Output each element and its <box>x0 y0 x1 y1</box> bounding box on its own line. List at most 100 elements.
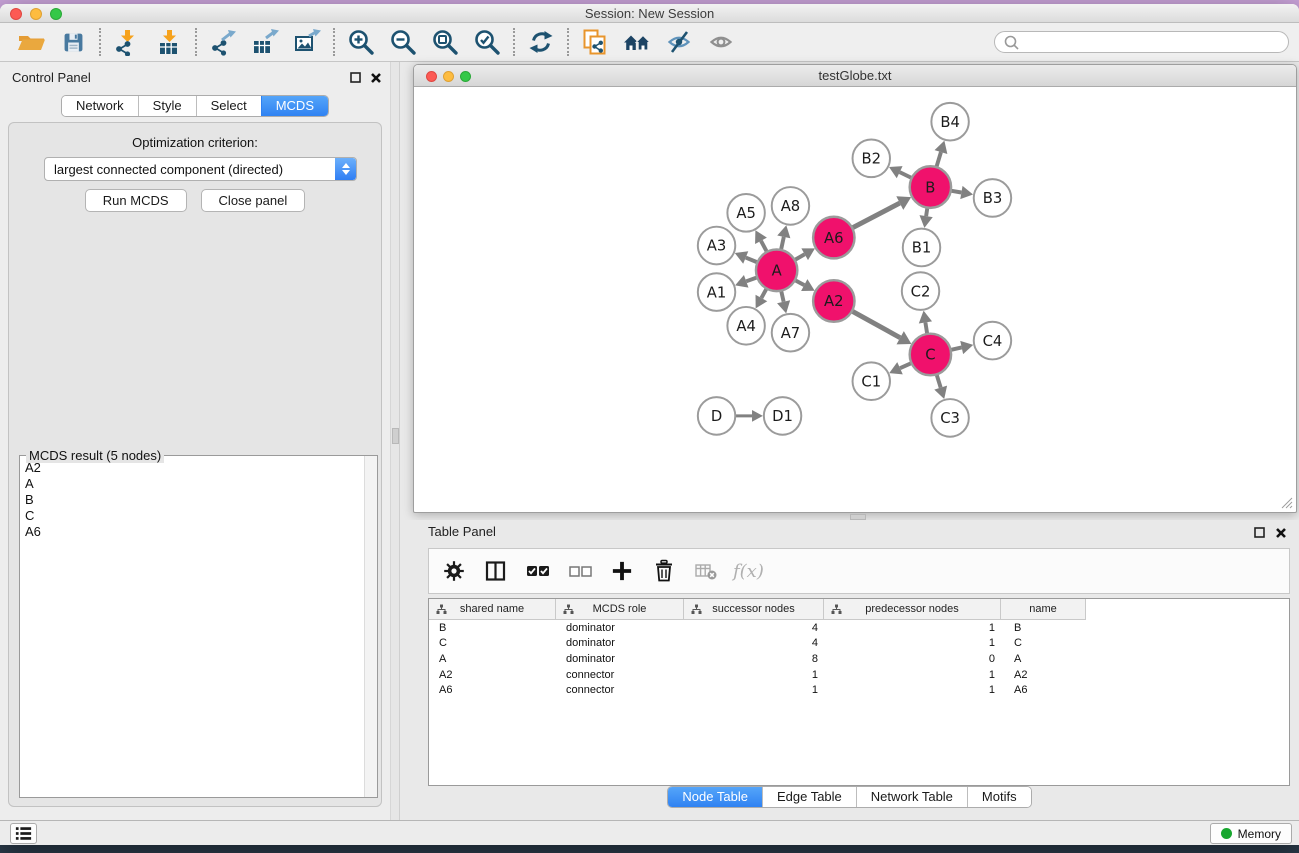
graph-edge-B-B3[interactable] <box>951 191 962 193</box>
zoom-in-button[interactable] <box>340 26 382 58</box>
refresh-button[interactable] <box>520 26 562 58</box>
close-panel-icon[interactable] <box>370 72 382 84</box>
column-label: successor nodes <box>712 603 795 615</box>
resize-grip[interactable] <box>1280 496 1293 509</box>
cell-name: A6 <box>1001 684 1086 696</box>
table-row[interactable]: A2 connector 1 1 A2 <box>429 667 1289 683</box>
graph-edge-B-B1[interactable] <box>926 208 927 216</box>
delete-column-button[interactable] <box>647 554 681 588</box>
graph-edge-A-A7[interactable] <box>781 291 783 302</box>
import-table-icon <box>155 28 183 56</box>
add-column-button[interactable] <box>605 554 639 588</box>
tab-network-table[interactable]: Network Table <box>856 787 967 807</box>
result-item[interactable]: A <box>25 476 377 492</box>
run-mcds-button[interactable]: Run MCDS <box>85 189 187 212</box>
home-network-button[interactable] <box>616 26 658 58</box>
table-header-row: shared name MCDS role <box>429 599 1289 620</box>
memory-button[interactable]: Memory <box>1210 823 1292 844</box>
open-session-button[interactable] <box>10 26 52 58</box>
graph-node-label-C: C <box>925 347 935 364</box>
tab-select[interactable]: Select <box>196 96 261 116</box>
graph-edge-A-A5[interactable] <box>761 241 767 252</box>
graph-edge-A-A4[interactable] <box>761 288 766 298</box>
clone-network-button[interactable] <box>574 26 616 58</box>
delete-table-button[interactable] <box>689 554 723 588</box>
graph-edge-C-C2[interactable] <box>925 322 927 334</box>
graph-edge-B-B4[interactable] <box>936 152 941 167</box>
graph-edge-A6-B[interactable] <box>852 203 900 228</box>
deselect-all-button[interactable] <box>563 554 597 588</box>
criterion-dropdown[interactable]: largest connected component (directed) <box>44 157 357 181</box>
float-panel-icon[interactable] <box>349 71 362 84</box>
import-table-button[interactable] <box>148 26 190 58</box>
result-item[interactable]: B <box>25 492 377 508</box>
vertical-splitter[interactable] <box>390 62 400 820</box>
save-session-button[interactable] <box>52 26 94 58</box>
tab-style[interactable]: Style <box>138 96 196 116</box>
network-canvas[interactable]: B4B2BB3A8A5A6A3B1AC2A1A2A4A7C4CC1DD1C3 <box>415 88 1295 511</box>
result-scrollbar[interactable] <box>364 456 377 797</box>
tab-node-table[interactable]: Node Table <box>668 787 762 807</box>
import-network-button[interactable] <box>106 26 148 58</box>
select-all-button[interactable] <box>521 554 555 588</box>
graph-edge-A-A2[interactable] <box>795 280 804 285</box>
header-filler <box>1086 599 1289 620</box>
graph-edge-C-C1[interactable] <box>900 363 911 368</box>
tab-mcds[interactable]: MCDS <box>261 96 328 116</box>
graph-edge-B-B2[interactable] <box>900 172 912 178</box>
graph-node-label-C4: C4 <box>983 333 1003 350</box>
result-item[interactable]: C <box>25 508 377 524</box>
column-header-predecessor-nodes[interactable]: predecessor nodes <box>824 599 1001 620</box>
graph-edge-C-C3[interactable] <box>937 374 941 387</box>
graph-edge-A-A6[interactable] <box>795 254 805 260</box>
search-input[interactable] <box>1020 35 1280 49</box>
save-floppy-icon <box>61 30 86 55</box>
column-label: predecessor nodes <box>865 603 959 615</box>
network-window-titlebar[interactable]: testGlobe.txt <box>414 65 1296 87</box>
graph-edge-A2-C[interactable] <box>852 311 900 338</box>
tab-motifs[interactable]: Motifs <box>967 787 1031 807</box>
toolbar-separator <box>333 28 335 56</box>
table-row[interactable]: B dominator 4 1 B <box>429 620 1289 636</box>
task-history-button[interactable] <box>10 823 37 844</box>
splitter-handle[interactable] <box>392 428 399 444</box>
show-graphics-button[interactable] <box>700 26 742 58</box>
graph-edge-A-A3[interactable] <box>746 258 758 263</box>
cell-mcds-role: dominator <box>556 637 684 649</box>
export-network-button[interactable] <box>202 26 244 58</box>
column-header-successor-nodes[interactable]: successor nodes <box>684 599 824 620</box>
zoom-out-button[interactable] <box>382 26 424 58</box>
close-panel-button[interactable]: Close panel <box>201 189 306 212</box>
graph-edge-C-C4[interactable] <box>951 347 962 349</box>
main-toolbar <box>0 23 1299 62</box>
export-table-button[interactable] <box>244 26 286 58</box>
graph-node-label-A3: A3 <box>707 238 727 255</box>
search-field[interactable] <box>994 31 1289 53</box>
graph-edge-arrowhead <box>777 300 790 313</box>
zoom-selected-button[interactable] <box>466 26 508 58</box>
hide-graphics-button[interactable] <box>658 26 700 58</box>
refresh-icon <box>527 28 555 56</box>
tab-edge-table[interactable]: Edge Table <box>762 787 856 807</box>
table-settings-button[interactable] <box>437 554 471 588</box>
table-row[interactable]: A6 connector 1 1 A6 <box>429 682 1289 698</box>
table-row[interactable]: C dominator 4 1 C <box>429 636 1289 652</box>
graph-edge-A-A8[interactable] <box>781 237 784 250</box>
column-header-mcds-role[interactable]: MCDS role <box>556 599 684 620</box>
graph-node-label-A2: A2 <box>824 293 844 310</box>
graph-node-label-B3: B3 <box>983 190 1003 207</box>
zoom-fit-button[interactable] <box>424 26 466 58</box>
export-image-button[interactable] <box>286 26 328 58</box>
result-item[interactable]: A6 <box>25 524 377 540</box>
cell-successors: 4 <box>684 622 824 634</box>
table-row[interactable]: A dominator 8 0 A <box>429 651 1289 667</box>
show-columns-button[interactable] <box>479 554 513 588</box>
function-builder-button[interactable]: f(x) <box>731 561 764 582</box>
graph-edge-A-A1[interactable] <box>746 277 757 281</box>
result-item[interactable]: A2 <box>25 460 377 476</box>
column-header-name[interactable]: name <box>1001 599 1086 620</box>
tab-network[interactable]: Network <box>62 96 138 116</box>
column-header-shared-name[interactable]: shared name <box>429 599 556 620</box>
close-table-panel-icon[interactable] <box>1275 527 1287 539</box>
float-table-panel-icon[interactable] <box>1253 526 1266 539</box>
